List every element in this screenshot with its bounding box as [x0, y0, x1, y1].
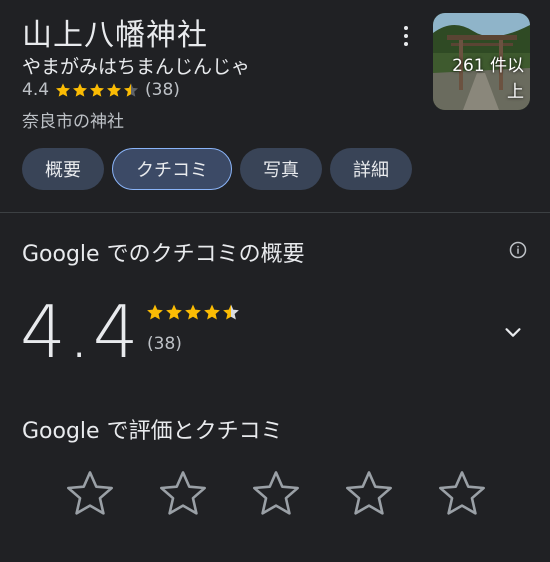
star-full-icon: [166, 304, 182, 320]
star-full-icon: [73, 83, 88, 97]
tab-photos[interactable]: 写真: [240, 148, 322, 190]
review-count: (38): [145, 80, 180, 100]
star-full-icon: [90, 83, 105, 97]
star-full-icon: [56, 83, 71, 97]
star-full-icon: [185, 304, 201, 320]
section-divider: [0, 212, 550, 213]
place-title: 山上八幡神社: [22, 18, 208, 53]
tab-details[interactable]: 詳細: [330, 148, 412, 190]
place-reading: やまがみはちまんじんじゃ: [22, 56, 251, 78]
rate-stars-row: [64, 467, 488, 519]
tab-reviews[interactable]: クチコミ: [112, 148, 232, 190]
overall-rating: 4.4: [20, 290, 141, 374]
overall-review-count: (38): [147, 334, 182, 354]
star-full-icon: [204, 304, 220, 320]
rate-star-2-icon[interactable]: [157, 467, 209, 519]
star-full-icon: [107, 83, 122, 97]
review-summary-title: Google でのクチコミの概要: [22, 242, 305, 267]
rate-star-1-icon[interactable]: [64, 467, 116, 519]
star-full-icon: [147, 304, 163, 320]
overall-rating-stars: [146, 303, 240, 321]
rate-review-title: Google で評価とクチコミ: [22, 419, 283, 444]
rating-stars: [55, 82, 139, 98]
place-category: 奈良市の神社: [22, 112, 124, 132]
rating-summary-row[interactable]: 4.4 (38): [22, 80, 180, 100]
place-photo-thumbnail[interactable]: 261 件以上: [433, 13, 530, 110]
rating-value: 4.4: [22, 80, 50, 100]
tab-overview[interactable]: 概要: [22, 148, 104, 190]
rate-star-3-icon[interactable]: [250, 467, 302, 519]
photo-count-label: 261 件以上: [452, 56, 524, 102]
chevron-down-icon[interactable]: [502, 321, 524, 343]
info-icon[interactable]: [509, 241, 527, 259]
star-half-icon: [223, 304, 239, 320]
place-tabs: 概要 クチコミ 写真 詳細: [22, 148, 412, 190]
rate-star-5-icon[interactable]: [436, 467, 488, 519]
rate-star-4-icon[interactable]: [343, 467, 395, 519]
star-half-icon: [124, 83, 139, 97]
more-options-icon[interactable]: [396, 24, 416, 48]
